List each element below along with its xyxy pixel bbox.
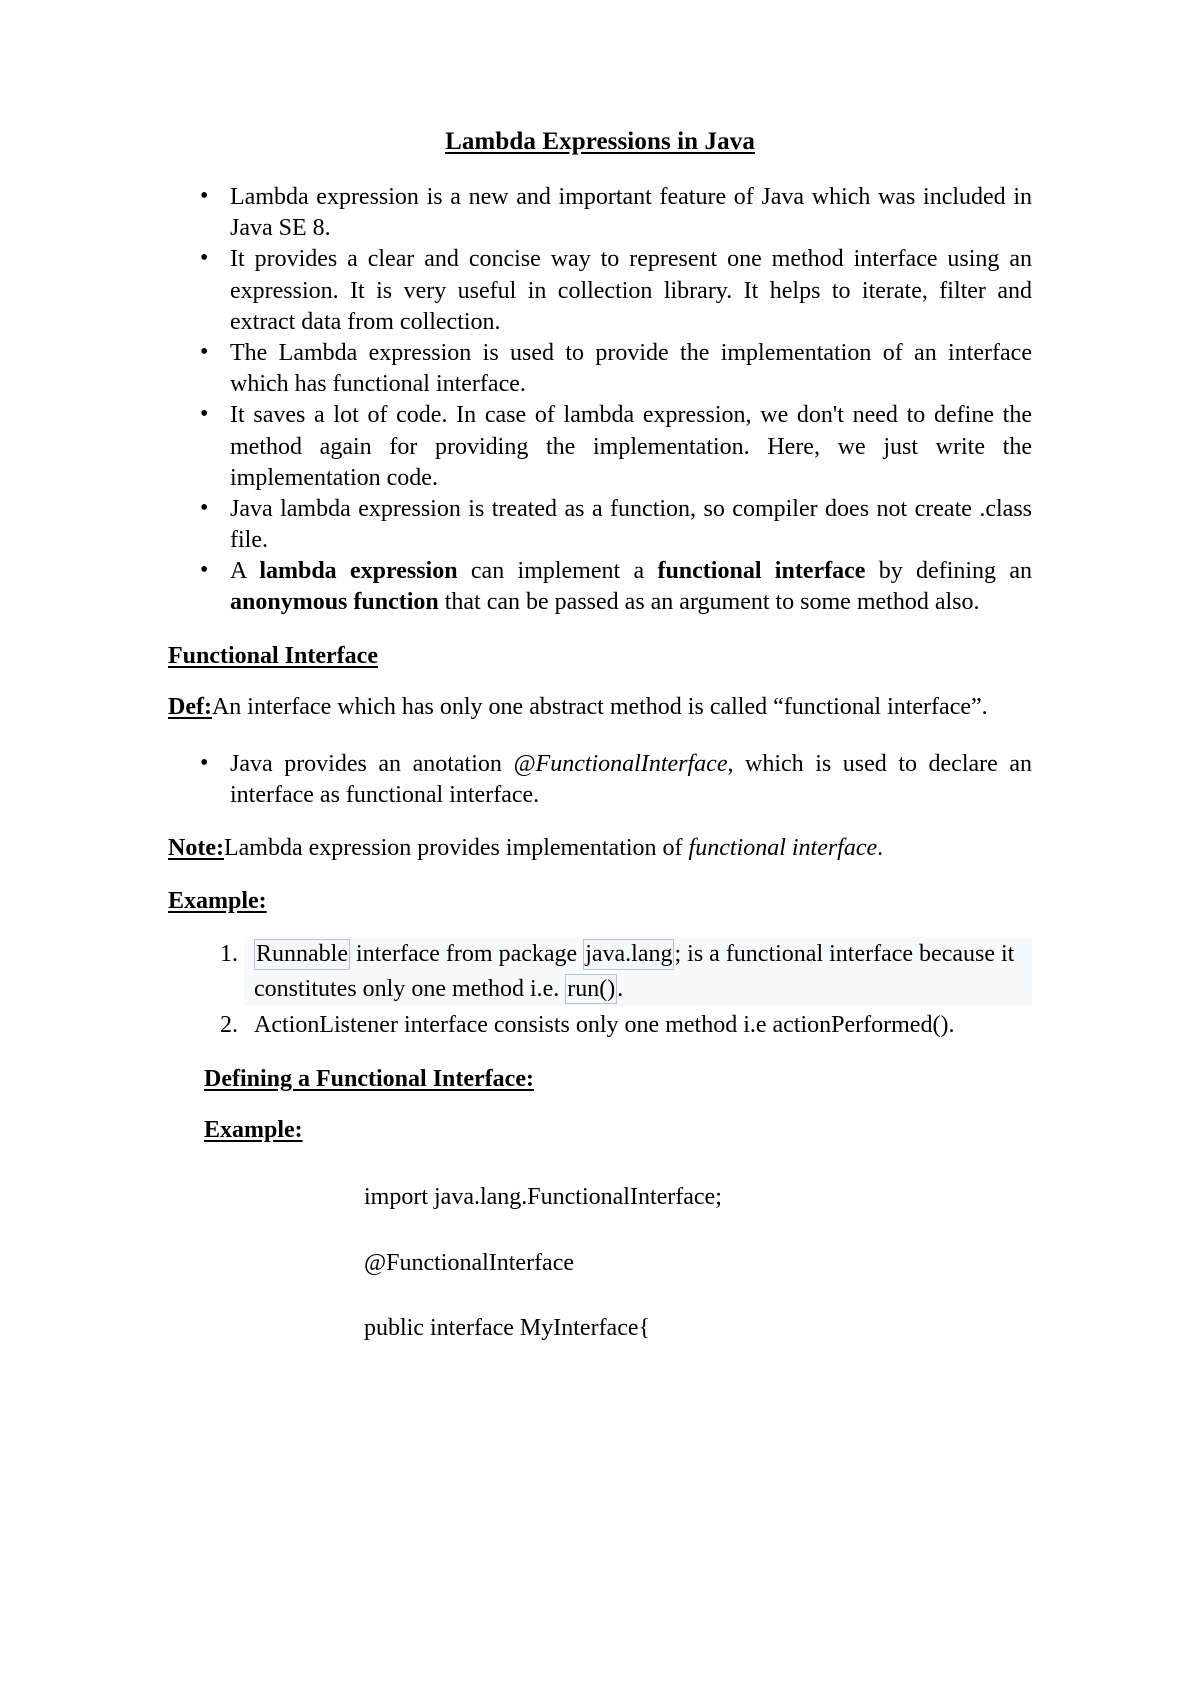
text-run: ActionListener interface consists only o… xyxy=(254,1012,955,1038)
definition-paragraph: Def:An interface which has only one abst… xyxy=(168,692,1032,723)
bullet-item: It provides a clear and concise way to r… xyxy=(168,243,1032,338)
text-run: A xyxy=(230,558,260,585)
code-line: public interface MyInterface{ xyxy=(364,1314,651,1341)
field-box[interactable]: Runnable xyxy=(254,939,350,970)
code-line: import java.lang.FunctionalInterface; xyxy=(364,1184,722,1211)
bullet-item: A lambda expression can implement a func… xyxy=(168,555,1033,618)
text-run: Lambda expression provides implementatio… xyxy=(223,835,689,862)
bullet-item: Java lambda expression is treated as a f… xyxy=(168,493,1032,556)
note-text: Lambda expression provides implementatio… xyxy=(224,835,883,861)
italic-term: @FunctionalInterface xyxy=(513,750,728,777)
heading-example: Example: xyxy=(168,888,267,915)
intro-bullet-list: Lambda expression is a new and important… xyxy=(168,181,1033,619)
field-box[interactable]: run() xyxy=(565,973,618,1004)
text-run: It provides a clear and concise way to r… xyxy=(230,246,1032,335)
bold-term: functional interface xyxy=(657,558,866,585)
italic-term: functional interface xyxy=(688,835,878,862)
definition-label: Def: xyxy=(168,693,212,720)
code-block: import java.lang.FunctionalInterface; @Fu… xyxy=(168,1182,1032,1344)
bullet-item: It saves a lot of code. In case of lambd… xyxy=(168,399,1032,494)
text-run: . xyxy=(877,835,884,862)
list-item: ActionListener interface consists only o… xyxy=(244,1008,1032,1042)
document-page: Lambda Expressions in Java Lambda expres… xyxy=(0,0,1200,1697)
code-line: @FunctionalInterface xyxy=(364,1249,575,1276)
bold-term: lambda expression xyxy=(259,558,458,585)
bold-term: anonymous function xyxy=(230,589,439,616)
text-run: It saves a lot of code. In case of lambd… xyxy=(230,402,1032,491)
note-paragraph: Note:Lambda expression provides implemen… xyxy=(168,833,1032,864)
annotation-bullet-list: Java provides an anotation @FunctionalIn… xyxy=(168,748,1032,811)
bullet-item: Lambda expression is a new and important… xyxy=(168,181,1032,244)
text-run: by defining an xyxy=(865,558,1033,585)
text-run: Java lambda expression is treated as a f… xyxy=(230,495,1032,554)
field-box[interactable]: java.lang xyxy=(583,939,675,970)
bullet-item: The Lambda expression is used to provide… xyxy=(168,337,1032,400)
heading-defining-example: Example: xyxy=(204,1117,303,1144)
text-run: interface from package xyxy=(349,941,584,968)
text-run: that can be passed as an argument to som… xyxy=(438,589,980,616)
example-numbered-list: Runnable interface from package java.lan… xyxy=(168,937,1032,1042)
page-title: Lambda Expressions in Java xyxy=(445,128,755,155)
bullet-item: Java provides an anotation @FunctionalIn… xyxy=(168,748,1032,811)
text-run: Java provides an anotation xyxy=(230,750,514,777)
heading-defining-functional-interface: Defining a Functional Interface: xyxy=(204,1066,534,1093)
text-run: can implement a xyxy=(457,558,658,585)
text-run: Lambda expression is a new and important… xyxy=(230,184,1032,242)
text-run: . xyxy=(617,975,624,1002)
definition-text: An interface which has only one abstract… xyxy=(211,693,988,720)
heading-functional-interface: Functional Interface xyxy=(168,642,378,669)
list-item: Runnable interface from package java.lan… xyxy=(244,937,1032,1006)
note-label: Note: xyxy=(168,835,224,862)
text-run: The Lambda expression is used to provide… xyxy=(230,339,1032,398)
